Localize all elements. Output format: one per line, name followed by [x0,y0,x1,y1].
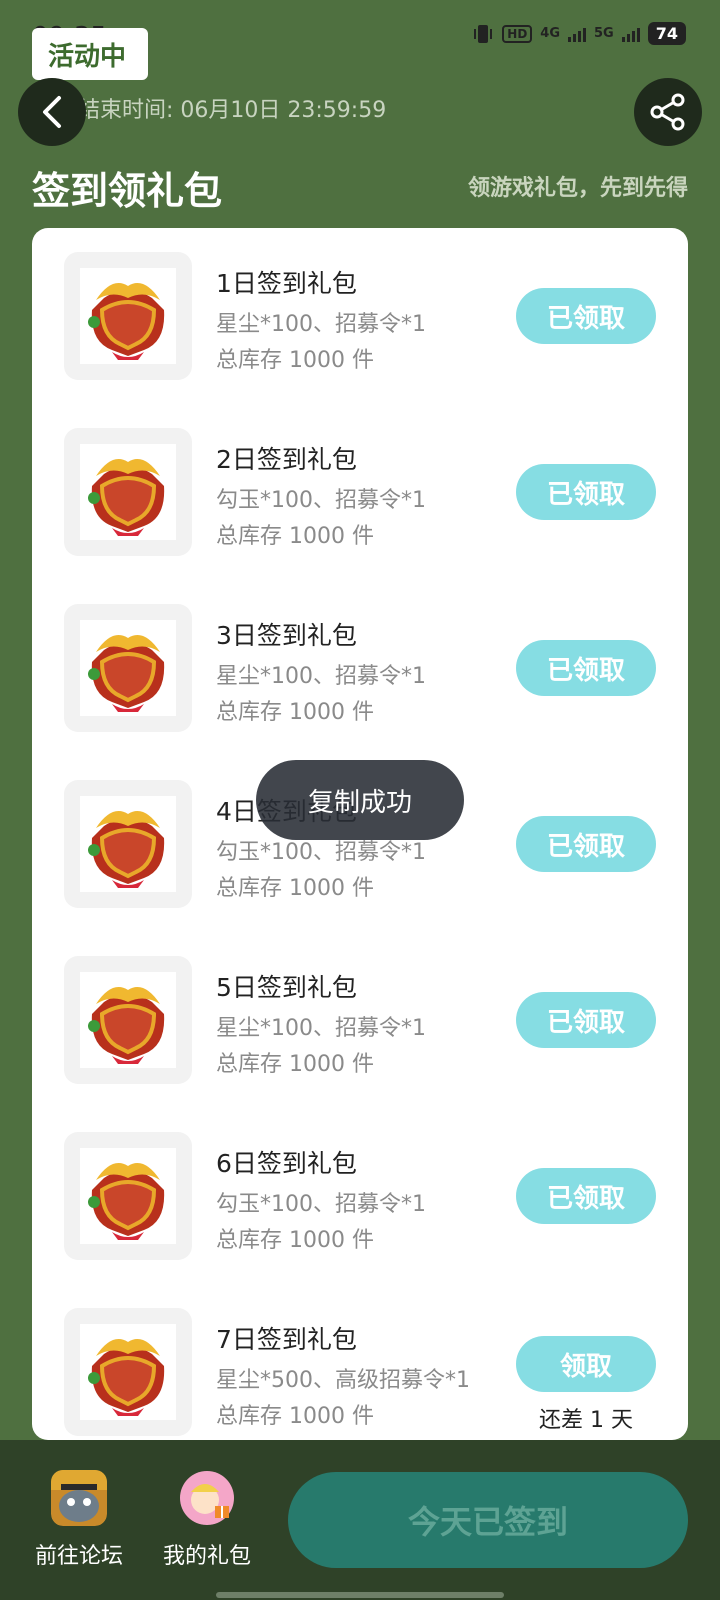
battery-icon: 74 [647,22,686,45]
back-button[interactable] [18,78,86,146]
gift-thumbnail [64,1132,192,1260]
claimed-button[interactable]: 已领取 [516,464,656,520]
share-button[interactable] [634,78,702,146]
gift-stock: 总库存 1000 件 [216,1052,374,1077]
gift-thumbnail [64,780,192,908]
gift-contents: 星尘*100、招募令*1 [216,1016,426,1041]
claimed-button[interactable]: 已领取 [516,992,656,1048]
recruit-token-icon [88,459,165,536]
gift-stock: 总库存 1000 件 [216,876,374,901]
claim-button[interactable]: 领取 [516,1336,656,1392]
gift-stock: 总库存 1000 件 [216,348,374,373]
recruit-token-icon [88,635,165,712]
forum-nav-button[interactable]: 前往论坛 [24,1470,134,1570]
share-icon [650,93,685,131]
claimed-button[interactable]: 已领取 [516,816,656,872]
gift-thumbnail [64,956,192,1084]
home-indicator[interactable] [216,1592,504,1598]
gift-contents: 星尘*100、招募令*1 [216,312,426,337]
my-gifts-label: 我的礼包 [162,1544,251,1569]
recruit-token-icon [88,283,165,360]
gift-thumbnail [64,428,192,556]
list-item: 6日签到礼包 勾玉*100、招募令*1 总库存 1000 件 已领取 [32,1108,688,1284]
days-remaining-note: 还差 1 天 [539,1408,633,1433]
gift-title: 2日签到礼包 [216,445,357,474]
gift-contents: 勾玉*100、招募令*1 [216,488,426,513]
gift-title: 1日签到礼包 [216,269,357,298]
gift-mascot-icon [180,1471,234,1525]
list-item: 3日签到礼包 星尘*100、招募令*1 总库存 1000 件 已领取 [32,580,688,756]
gift-thumbnail [64,604,192,732]
gift-title: 3日签到礼包 [216,621,357,650]
gift-title: 7日签到礼包 [216,1325,357,1354]
copy-success-toast: 复制成功 [256,760,464,840]
recruit-token-icon [88,987,165,1064]
gift-contents: 星尘*100、招募令*1 [216,664,426,689]
gift-stock: 总库存 1000 件 [216,1228,374,1253]
forum-label: 前往论坛 [34,1544,123,1569]
signed-in-today-button[interactable]: 今天已签到 [288,1472,688,1568]
signal-icon-2 [621,26,640,42]
gift-stock: 总库存 1000 件 [216,700,374,725]
gift-title: 6日签到礼包 [216,1149,357,1178]
claimed-button[interactable]: 已领取 [516,288,656,344]
activity-status-badge: 活动中 [32,28,148,80]
gift-title: 5日签到礼包 [216,973,357,1002]
vibrate-icon [474,24,493,43]
gift-stock: 总库存 1000 件 [216,1404,374,1429]
signal-icon [568,26,587,42]
activity-end-time: 活动结束时间: 06月10日 23:59:59 [34,98,387,123]
claimed-button[interactable]: 已领取 [516,640,656,696]
network-5g-label: 5G [594,26,614,41]
list-item: 5日签到礼包 星尘*100、招募令*1 总库存 1000 件 已领取 [32,932,688,1108]
gift-thumbnail [64,1308,192,1436]
hd-icon: HD [502,24,533,43]
status-icons: HD 4G 5G 74 [472,22,686,45]
game-avatar-icon [51,1470,107,1526]
claimed-button[interactable]: 已领取 [516,1168,656,1224]
bottom-bar: 前往论坛 我的礼包 今天已签到 [0,1440,720,1600]
recruit-token-icon [88,1339,165,1416]
gift-thumbnail [64,252,192,380]
gift-contents: 星尘*500、高级招募令*1 [216,1368,470,1393]
list-item: 7日签到礼包 星尘*500、高级招募令*1 总库存 1000 件 领取 还差 1… [32,1284,688,1440]
my-gifts-nav-button[interactable]: 我的礼包 [152,1470,262,1570]
page-title: 签到领礼包 [32,169,223,213]
recruit-token-icon [88,811,165,888]
list-item: 2日签到礼包 勾玉*100、招募令*1 总库存 1000 件 已领取 [32,404,688,580]
recruit-token-icon [88,1163,165,1240]
page-subtitle: 领游戏礼包，先到先得 [467,176,688,201]
back-arrow-icon [43,96,61,128]
network-4g-label: 4G [540,26,561,41]
gift-stock: 总库存 1000 件 [216,524,374,549]
list-item: 1日签到礼包 星尘*100、招募令*1 总库存 1000 件 已领取 [32,228,688,404]
gift-contents: 勾玉*100、招募令*1 [216,1192,426,1217]
